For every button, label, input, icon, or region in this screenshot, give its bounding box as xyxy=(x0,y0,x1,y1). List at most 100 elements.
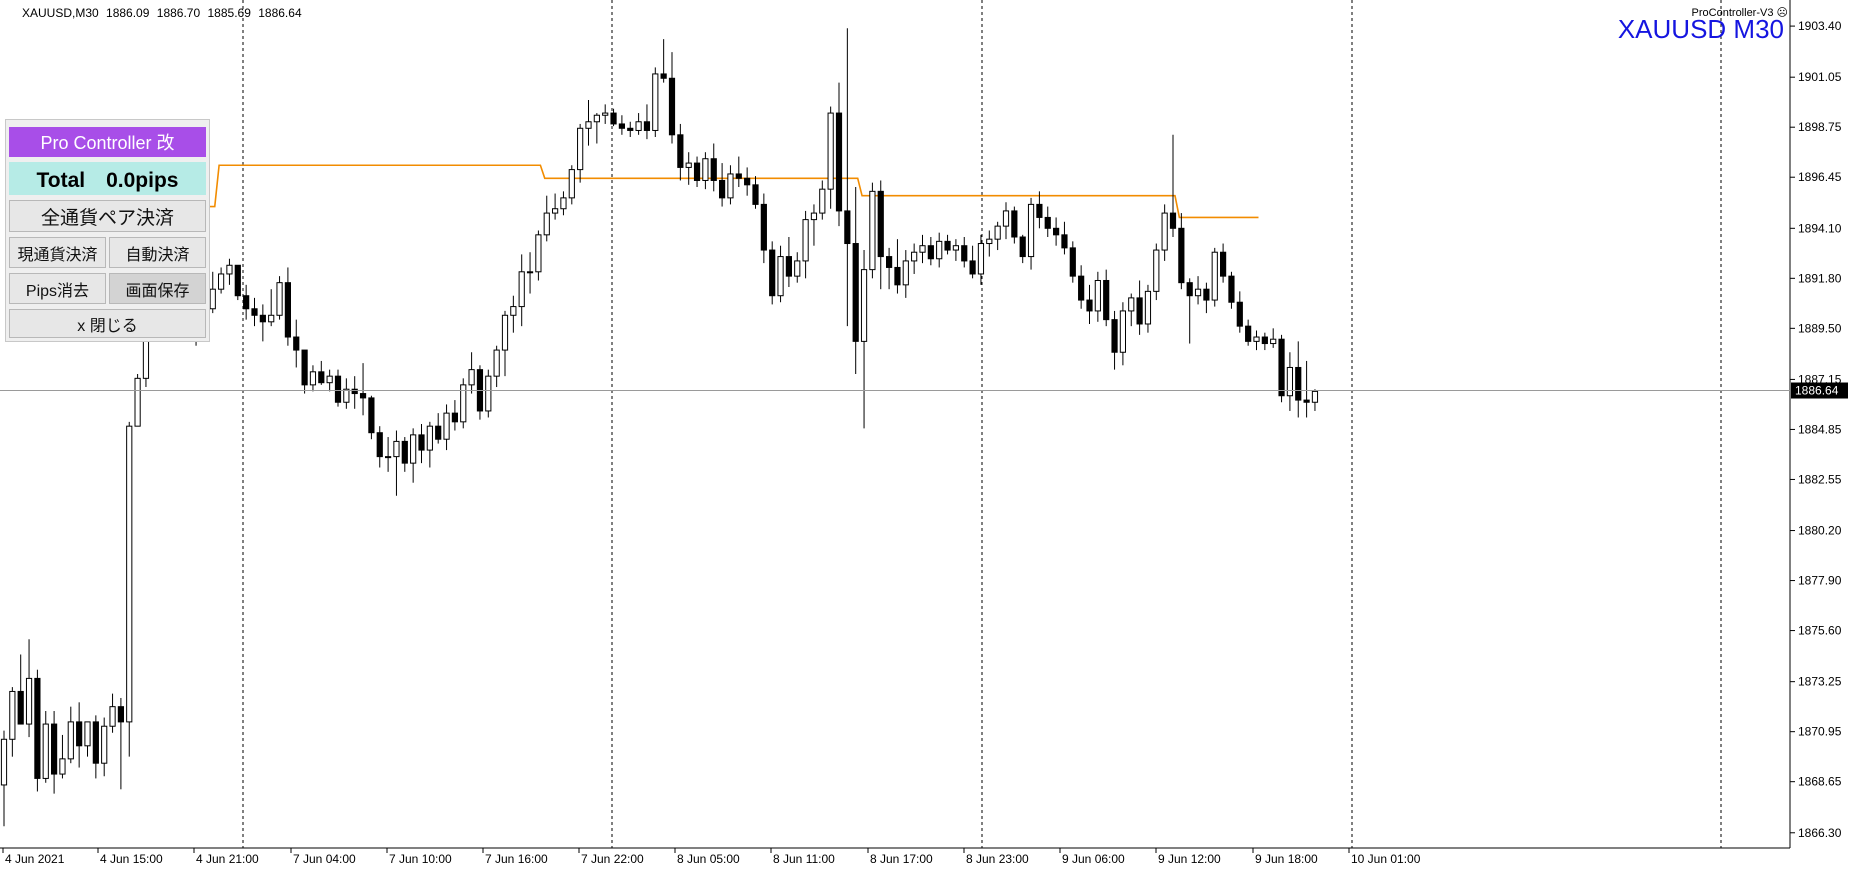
candle-bear xyxy=(1278,338,1285,397)
candle-bull xyxy=(994,225,1001,240)
candle-bull xyxy=(9,690,16,740)
candle-bear xyxy=(852,243,859,342)
candle-bear xyxy=(351,388,358,395)
candle-bear xyxy=(368,397,375,434)
candle-bull xyxy=(919,245,926,253)
candle-bull xyxy=(593,114,600,123)
candle-bull xyxy=(1311,390,1319,403)
candle-bull xyxy=(426,425,433,451)
candlestick-chart: 1903.40 1901.05 1898.75 1896.45 1894.10 1891.… xyxy=(0,0,1850,870)
candle-bull xyxy=(485,375,492,412)
candle-bear xyxy=(435,425,442,440)
candle-bear xyxy=(927,245,934,260)
candle-bull xyxy=(977,243,985,275)
y-tick-label: 1903.40 xyxy=(1798,19,1842,33)
x-tick-label: 4 Jun 21:00 xyxy=(196,852,259,866)
candle-bear xyxy=(1061,234,1068,249)
candle-bear xyxy=(618,123,625,129)
candle-bull xyxy=(326,375,333,384)
y-tick-label: 1896.45 xyxy=(1798,170,1842,184)
candle-bull xyxy=(552,208,559,214)
y-tick-label: 1880.20 xyxy=(1798,524,1842,538)
candle-bear xyxy=(710,158,717,181)
candle-bull xyxy=(109,706,116,727)
candle-bear xyxy=(1036,203,1043,218)
candle-bull xyxy=(869,190,876,271)
candle-bull xyxy=(0,738,8,786)
candle-bull xyxy=(952,245,959,251)
candle-bear xyxy=(1295,366,1302,401)
candle-bull xyxy=(702,158,709,181)
candle-bull xyxy=(1002,210,1010,227)
candle-bear xyxy=(760,203,767,251)
candle-bull xyxy=(602,112,609,116)
candle-bull xyxy=(1027,203,1035,258)
x-tick-label: 8 Jun 17:00 xyxy=(870,852,933,866)
y-tick-label: 1877.90 xyxy=(1798,574,1842,588)
candle-bull xyxy=(101,725,108,764)
candle-bear xyxy=(1236,301,1243,327)
candle-bull xyxy=(493,349,500,377)
y-tick-label: 1889.50 xyxy=(1798,321,1842,335)
chart-title: XAUUSD M30 xyxy=(1617,14,1784,44)
candle-bear xyxy=(886,256,893,268)
y-tick-label: 1868.65 xyxy=(1798,775,1842,789)
candle-bear xyxy=(251,308,258,316)
candle-bear xyxy=(719,179,726,199)
close-panel-button[interactable]: x 閉じる xyxy=(9,309,206,338)
y-tick-label: 1882.55 xyxy=(1798,472,1842,486)
candle-bear xyxy=(284,282,291,338)
candle-bear xyxy=(835,112,843,212)
candle-bull xyxy=(42,723,49,779)
y-tick-label: 1898.75 xyxy=(1798,120,1842,134)
candle-bull xyxy=(1161,212,1168,251)
candle-bull xyxy=(568,169,575,199)
candle-bear xyxy=(92,721,99,764)
candle-bull xyxy=(827,112,834,190)
candle-bull xyxy=(468,369,475,386)
save-screen-button[interactable]: 画面保存 xyxy=(109,273,206,304)
candle-bear xyxy=(877,190,884,258)
candle-bear xyxy=(844,210,851,245)
candle-bear xyxy=(1111,319,1118,353)
candle-bull xyxy=(560,197,567,210)
candle-bear xyxy=(752,184,759,205)
x-tick-label: 10 Jun 01:00 xyxy=(1351,852,1421,866)
candle-bull xyxy=(685,162,692,168)
chart-background xyxy=(0,0,1850,870)
auto-close-button[interactable]: 自動決済 xyxy=(109,237,206,268)
clear-pips-button[interactable]: Pips消去 xyxy=(9,273,106,304)
candle-bull xyxy=(1286,366,1294,397)
candle-bear xyxy=(1011,210,1018,238)
y-tick-label: 1901.05 xyxy=(1798,70,1842,84)
candle-bull xyxy=(59,758,66,775)
candle-bear xyxy=(34,677,41,779)
candle-bear xyxy=(610,112,617,125)
candle-bear xyxy=(51,723,58,775)
y-tick-label: 1875.60 xyxy=(1798,624,1842,638)
candle-bull xyxy=(635,121,642,131)
candle-bear xyxy=(1186,282,1193,297)
close-current-pair-button[interactable]: 現通貨決済 xyxy=(9,237,106,268)
candle-bear xyxy=(693,162,701,181)
candle-bull xyxy=(902,260,909,286)
close-value: 1886.64 xyxy=(258,6,302,20)
y-tick-label: 1891.80 xyxy=(1798,271,1842,285)
candle-bear xyxy=(418,434,425,451)
x-tick-label: 7 Jun 04:00 xyxy=(293,852,356,866)
y-tick-label: 1866.30 xyxy=(1798,826,1842,840)
candle-bear xyxy=(735,173,742,179)
candle-bull xyxy=(268,314,275,323)
open-value: 1886.09 xyxy=(106,6,150,20)
candle-bull xyxy=(1270,338,1277,345)
candle-bear xyxy=(76,721,83,747)
candle-bear xyxy=(785,256,792,277)
close-all-pairs-button[interactable]: 全通貨ペア決済 xyxy=(9,200,206,232)
candle-bull xyxy=(794,260,801,277)
candle-bear xyxy=(1103,279,1110,321)
candle-bear xyxy=(1203,288,1210,301)
panel-title[interactable]: Pro Controller 改 xyxy=(9,127,206,157)
total-pips-display: Total 0.0pips xyxy=(9,162,206,195)
candle-bull xyxy=(343,388,350,403)
candle-bull xyxy=(1128,297,1135,312)
